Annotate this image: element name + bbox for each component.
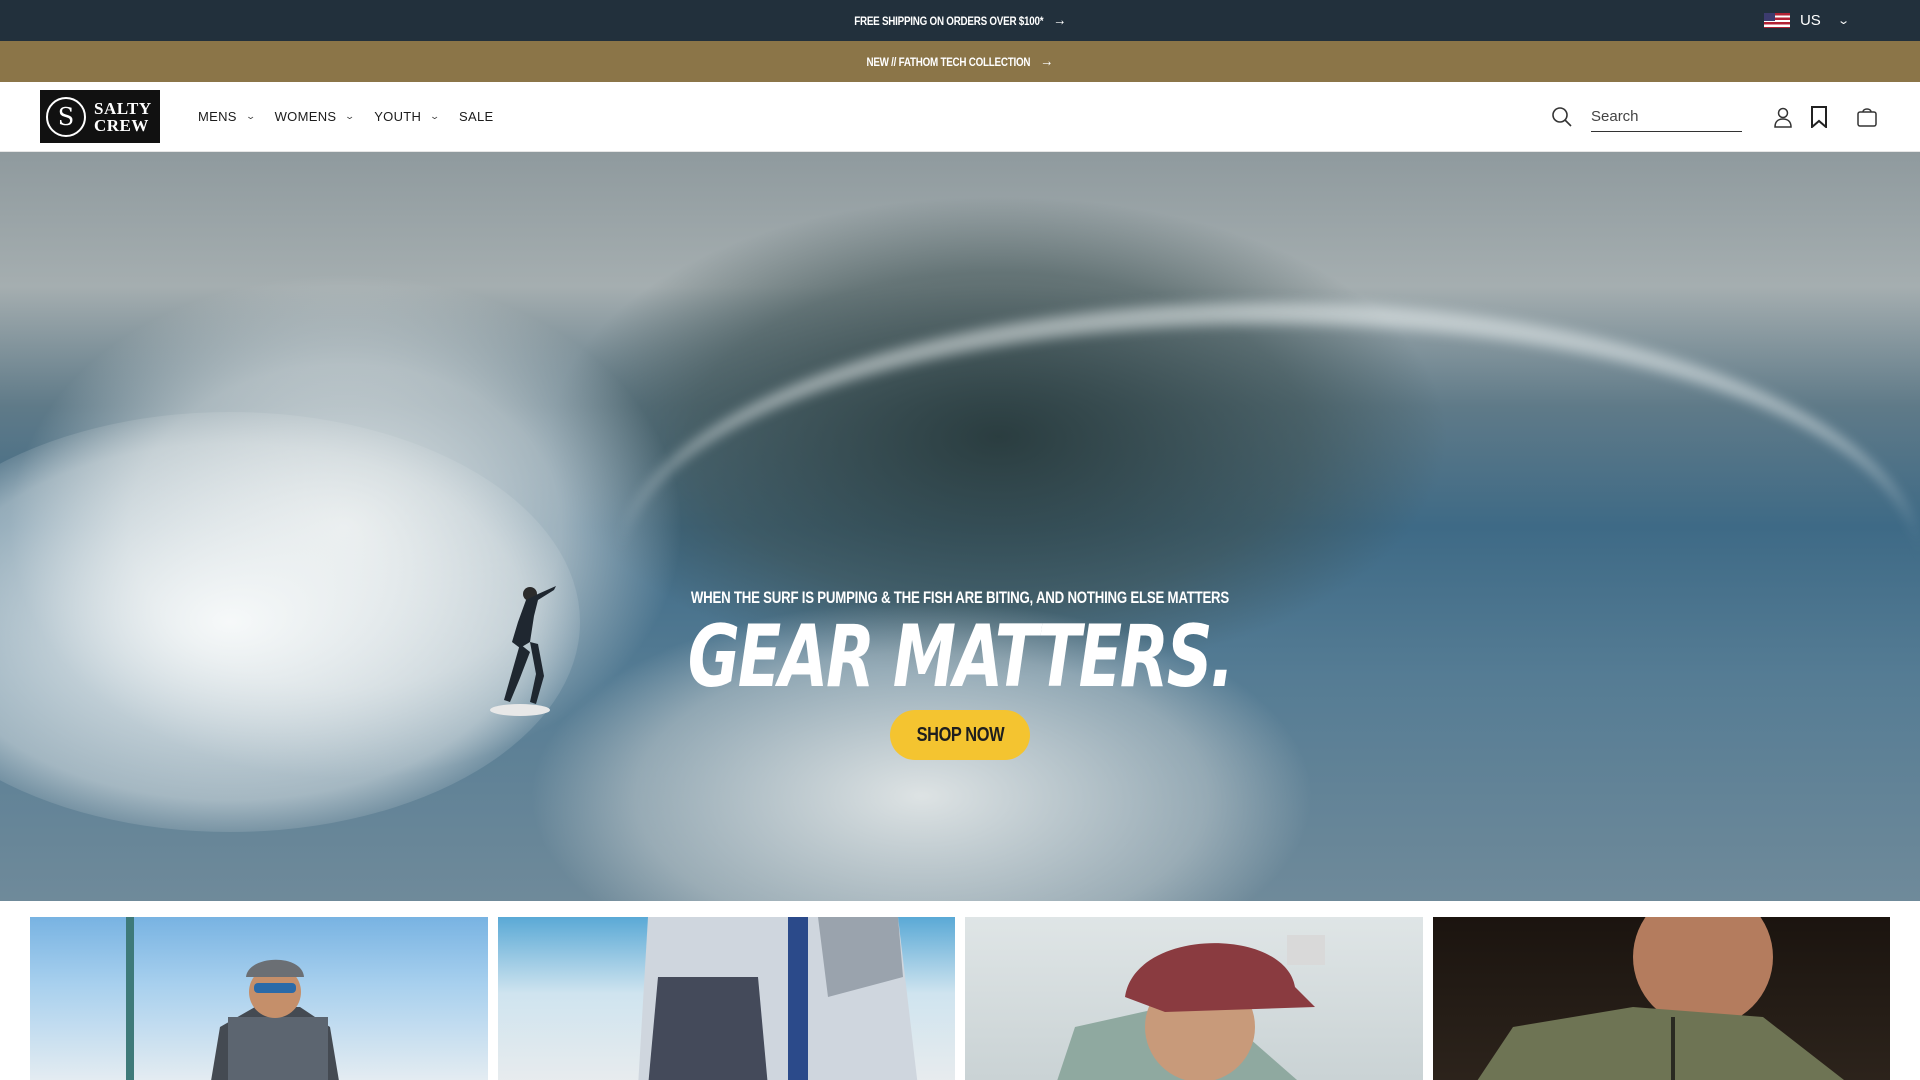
announcement-bar-shipping: FREE SHIPPING ON ORDERS OVER $100* → US …: [0, 0, 1920, 41]
header-icons: [1770, 104, 1880, 130]
nav-label-sale: SALE: [459, 109, 494, 124]
logo-wordmark: SALTY CREW: [94, 100, 152, 134]
hero-title: GEAR MATTERS.: [687, 607, 1235, 707]
nav-label-youth: YOUTH: [374, 109, 422, 124]
site-header: S SALTY CREW MENS ⌄ WOMENS ⌄ YOUTH ⌄ SAL…: [0, 82, 1920, 152]
nav-item-mens[interactable]: MENS ⌄: [198, 109, 257, 124]
category-tile-4[interactable]: [1432, 917, 1890, 1080]
tile-3-image: [1057, 935, 1325, 1080]
logo-s-badge-icon: S: [46, 96, 86, 137]
search-box: [1549, 101, 1742, 132]
chevron-down-icon: ⌄: [344, 111, 356, 121]
shop-now-label: SHOP NOW: [916, 723, 1004, 746]
cart-icon[interactable]: [1854, 104, 1880, 130]
nav-item-womens[interactable]: WOMENS ⌄: [274, 109, 356, 124]
announcement-bar-collection: NEW // FATHOM TECH COLLECTION →: [0, 41, 1920, 82]
tile-1-image: [126, 917, 339, 1080]
chevron-down-icon: ⌄: [245, 111, 257, 121]
search-input[interactable]: [1591, 101, 1742, 132]
collection-announcement-link[interactable]: NEW // FATHOM TECH COLLECTION →: [866, 52, 1054, 71]
nav-label-womens: WOMENS: [274, 109, 337, 124]
arrow-right-icon: →: [1040, 52, 1054, 70]
nav-label-mens: MENS: [198, 109, 237, 124]
tile-4-image: [1477, 917, 1844, 1080]
hero-subtitle: WHEN THE SURF IS PUMPING & THE FISH ARE …: [690, 588, 1230, 607]
locale-country: US: [1799, 12, 1821, 29]
hero-banner: WHEN THE SURF IS PUMPING & THE FISH ARE …: [0, 152, 1920, 901]
brand-logo[interactable]: S SALTY CREW: [40, 90, 160, 143]
category-tile-3[interactable]: [965, 917, 1423, 1080]
category-tiles: [0, 901, 1920, 1080]
nav-item-youth[interactable]: YOUTH ⌄: [374, 109, 441, 124]
arrow-right-icon: →: [1053, 11, 1066, 29]
shipping-announcement-link[interactable]: FREE SHIPPING ON ORDERS OVER $100* →: [854, 12, 1066, 30]
tile-2-image: [637, 917, 917, 1080]
bookmark-icon[interactable]: [1806, 104, 1832, 130]
header-actions: [1549, 101, 1880, 132]
us-flag-icon: [1763, 13, 1790, 28]
chevron-down-icon: ⌄: [429, 111, 441, 121]
collection-announcement-text: NEW // FATHOM TECH COLLECTION: [866, 54, 1031, 69]
nav-item-sale[interactable]: SALE: [459, 109, 493, 124]
category-tile-2[interactable]: [497, 917, 955, 1080]
shop-now-button[interactable]: SHOP NOW: [890, 710, 1030, 760]
hero-content: WHEN THE SURF IS PUMPING & THE FISH ARE …: [0, 588, 1920, 760]
search-icon[interactable]: [1549, 104, 1575, 130]
logo-line-2: CREW: [94, 115, 149, 135]
locale-selector[interactable]: US ⌄: [1763, 0, 1850, 41]
shipping-announcement-text: FREE SHIPPING ON ORDERS OVER $100*: [854, 13, 1044, 28]
account-icon[interactable]: [1770, 104, 1796, 130]
main-nav: MENS ⌄ WOMENS ⌄ YOUTH ⌄ SALE: [198, 109, 494, 124]
category-tile-1[interactable]: [30, 917, 488, 1080]
chevron-down-icon: ⌄: [1836, 15, 1850, 27]
